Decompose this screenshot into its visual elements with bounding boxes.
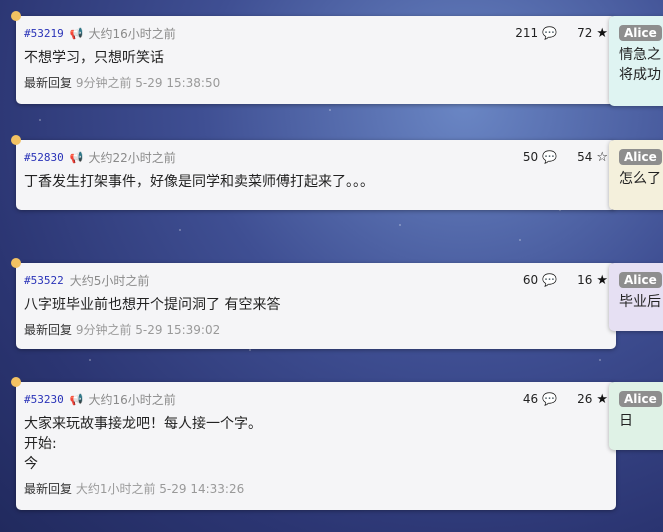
post-card[interactable]: #53230 📢 大约16小时之前 46 💬 26 ★ 大家来玩故事接龙吧！每人…: [11, 377, 616, 510]
author-badge: Alice: [619, 25, 662, 41]
reply-preview[interactable]: Alice 日: [609, 382, 663, 450]
reply-preview[interactable]: Alice 毕业后: [609, 263, 663, 331]
reply-label: 最新回复: [24, 76, 73, 90]
post-id[interactable]: #53219: [24, 27, 64, 40]
reply-preview-text: 日: [619, 413, 633, 429]
post-marker-dot: [11, 135, 21, 145]
post-marker-dot: [11, 377, 21, 387]
post-stats: 60 💬 16 ★: [523, 273, 608, 288]
post-text: 八字班毕业前也想开个提问洞了 有空来答: [24, 297, 281, 313]
author-badge: Alice: [619, 272, 662, 288]
reply-label: 最新回复: [24, 482, 73, 496]
post-card[interactable]: #52830 📢 大约22小时之前 50 💬 54 ☆ 丁香发生打架事件，好像是…: [11, 135, 616, 210]
comment-bubble-icon: 💬: [542, 26, 558, 40]
post-id[interactable]: #53522: [24, 274, 64, 287]
post-marker-dot: [11, 11, 21, 21]
post-time: 大约22小时之前: [88, 150, 176, 165]
reply-time: 9分钟之前 5-29 15:39:02: [75, 323, 221, 337]
reply-label: 最新回复: [24, 323, 73, 337]
comment-count: 60: [522, 273, 539, 287]
star-outline-icon[interactable]: ☆: [596, 150, 608, 165]
comment-count: 46: [522, 392, 539, 406]
reply-preview-text: 怎么了: [619, 171, 661, 187]
reply-preview-text: 毕业后: [619, 294, 661, 310]
author-badge: Alice: [619, 149, 662, 165]
latest-reply: 最新回复 9分钟之前 5-29 15:39:02: [24, 321, 608, 338]
post-stats: 50 💬 54 ☆: [523, 150, 608, 165]
post-text: 丁香发生打架事件，好像是同学和卖菜师傅打起来了。。。: [24, 174, 374, 190]
star-icon[interactable]: ★: [596, 273, 608, 288]
reply-time: 大约1小时之前 5-29 14:33:26: [75, 482, 245, 496]
post-time: 大约16小时之前: [88, 26, 176, 41]
reply-preview-text: 情急之 将成功: [619, 47, 661, 83]
comment-count: 211: [515, 26, 539, 40]
reply-preview[interactable]: Alice 情急之 将成功: [609, 16, 663, 106]
star-icon[interactable]: ★: [596, 26, 608, 41]
comment-bubble-icon: 💬: [542, 392, 558, 406]
post-meta: #52830 📢 大约22小时之前 50 💬 54 ☆: [24, 148, 608, 166]
megaphone-icon: 📢: [69, 26, 84, 40]
reply-preview[interactable]: Alice 怎么了: [609, 140, 663, 210]
post-text: 不想学习，只想听笑话: [24, 50, 164, 66]
post-marker-dot: [11, 258, 21, 268]
post-stats: 46 💬 26 ★: [523, 392, 608, 407]
author-badge: Alice: [619, 391, 662, 407]
post-meta: #53522 大约5小时之前 60 💬 16 ★: [24, 271, 608, 289]
post-id[interactable]: #52830: [24, 151, 64, 164]
post-time: 大约5小时之前: [69, 273, 150, 288]
megaphone-icon: 📢: [69, 392, 84, 406]
like-count: 16: [577, 273, 593, 287]
latest-reply: 最新回复 大约1小时之前 5-29 14:33:26: [24, 480, 608, 497]
post-time: 大约16小时之前: [88, 392, 176, 407]
like-count: 72: [577, 26, 593, 40]
post-stats: 211 💬 72 ★: [515, 26, 608, 41]
star-icon[interactable]: ★: [596, 392, 608, 407]
megaphone-icon: 📢: [69, 150, 84, 164]
reply-time: 9分钟之前 5-29 15:38:50: [75, 76, 221, 90]
post-card[interactable]: #53522 大约5小时之前 60 💬 16 ★ 八字班毕业前也想开个提问洞了 …: [11, 258, 616, 349]
post-text: 大家来玩故事接龙吧！每人接一个字。 开始: 今: [24, 416, 262, 472]
like-count: 26: [577, 392, 593, 406]
comment-bubble-icon: 💬: [542, 273, 558, 287]
latest-reply: 最新回复 9分钟之前 5-29 15:38:50: [24, 74, 608, 91]
post-meta: #53230 📢 大约16小时之前 46 💬 26 ★: [24, 390, 608, 408]
like-count: 54: [577, 150, 593, 164]
post-id[interactable]: #53230: [24, 393, 64, 406]
post-meta: #53219 📢 大约16小时之前 211 💬 72 ★: [24, 24, 608, 42]
comment-bubble-icon: 💬: [542, 150, 558, 164]
post-card[interactable]: #53219 📢 大约16小时之前 211 💬 72 ★ 不想学习，只想听笑话 …: [11, 11, 616, 104]
comment-count: 50: [522, 150, 539, 164]
